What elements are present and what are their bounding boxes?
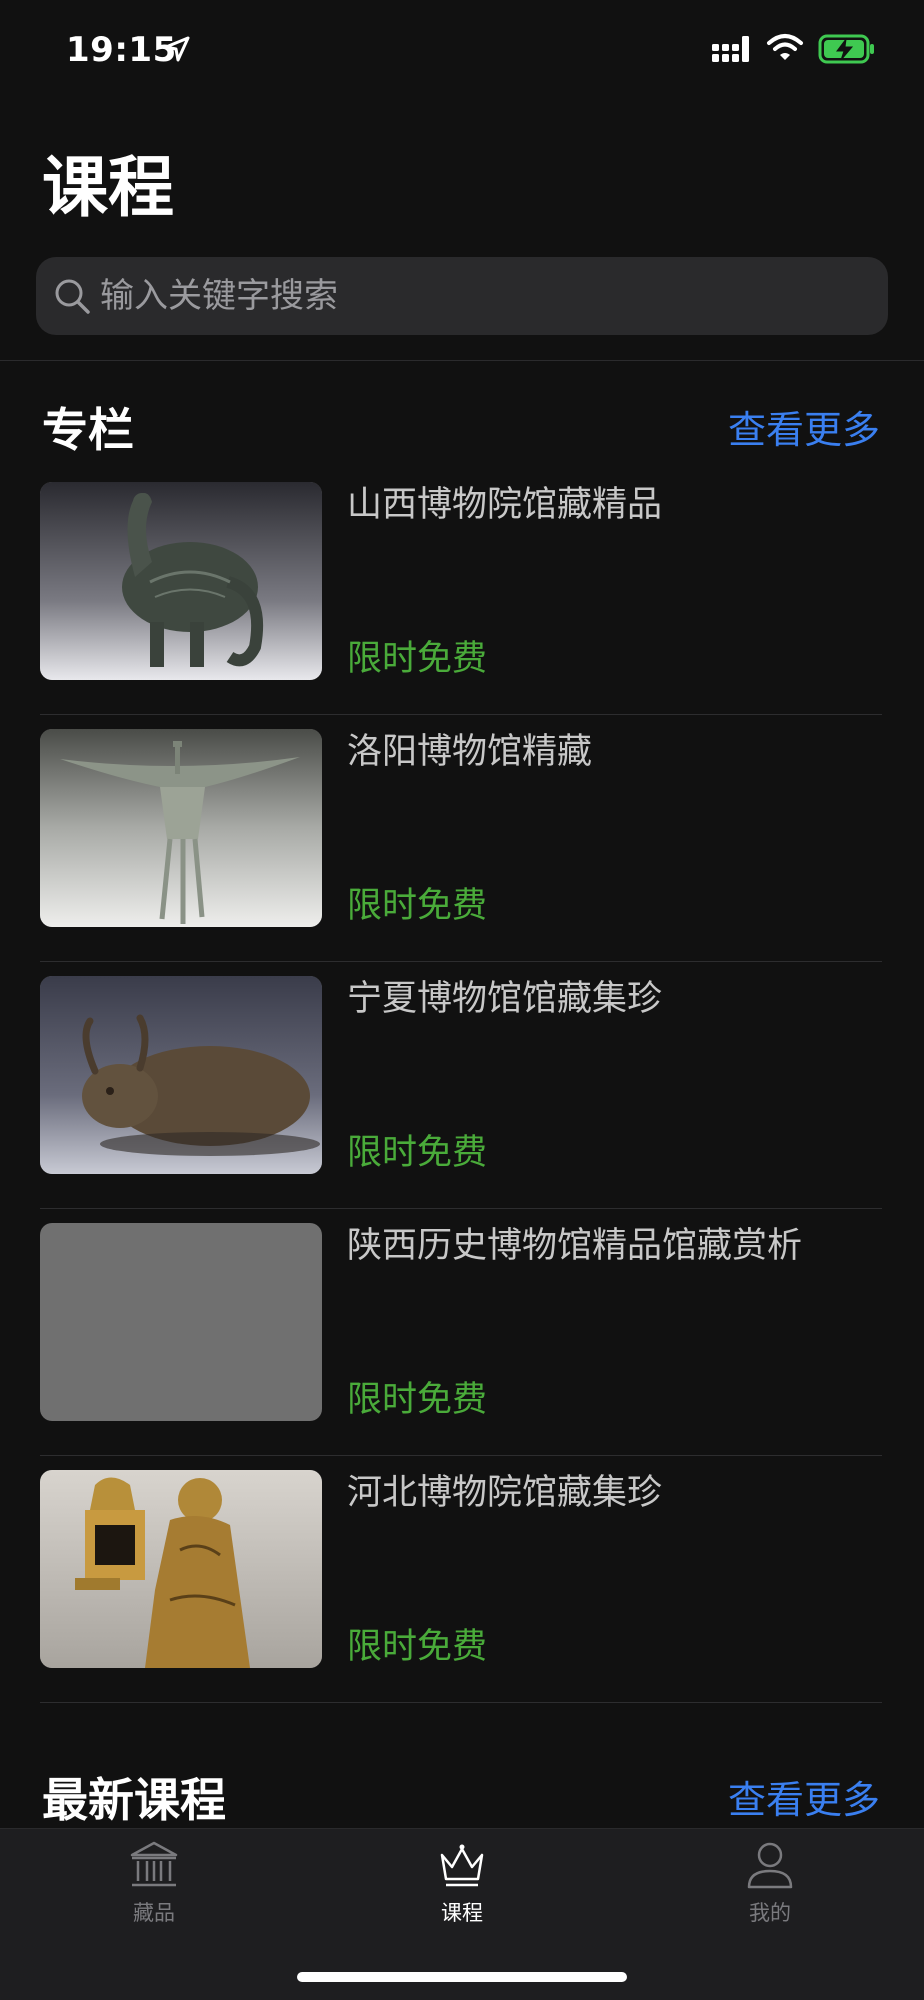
bronze-jue-vessel-image [40,729,322,927]
tab-collections[interactable]: 藏品 [74,1839,234,1939]
crown-icon [440,1844,484,1887]
course-item[interactable]: 洛阳博物馆精藏 限时免费 [0,715,924,962]
see-more-columns-link[interactable]: 查看更多 [728,400,880,460]
course-title: 宁夏博物馆馆藏集珍 [347,979,663,1019]
section-title-columns: 专栏 [42,403,134,457]
course-item[interactable]: 陕西历史博物馆精品馆藏赏析 限时免费 [0,1209,924,1456]
course-item[interactable]: 河北博物院馆藏集珍 限时免费 [0,1456,924,1703]
status-time: 19:15 [66,30,177,70]
course-title: 洛阳博物馆精藏 [347,732,593,772]
course-price: 限时免费 [347,1133,488,1173]
course-title: 河北博物院馆藏集珍 [347,1473,663,1513]
museum-icon [130,1841,178,1887]
image-placeholder [40,1223,322,1421]
header-divider [0,360,924,361]
course-price: 限时免费 [347,639,488,679]
tab-label: 课程 [441,1901,483,1925]
tab-courses[interactable]: 课程 [382,1839,542,1939]
cellular-signal-icon [712,36,749,62]
gilt-lamp-figure-image [40,1470,322,1668]
tab-label: 藏品 [133,1901,175,1925]
status-bar: 19:15 [0,0,924,100]
item-divider [40,1702,882,1703]
battery-charging-icon [818,34,874,64]
person-icon [747,1842,793,1889]
bronze-bird-vessel-image [40,482,322,680]
course-item[interactable]: 山西博物院馆藏精品 限时免费 [0,468,924,715]
wifi-icon [767,34,803,60]
location-arrow-icon [164,36,190,62]
home-indicator[interactable] [297,1972,627,1982]
course-price: 限时免费 [347,1380,488,1420]
tab-profile[interactable]: 我的 [690,1839,850,1939]
course-title: 陕西历史博物馆精品馆藏赏析 [347,1226,803,1266]
course-list: 山西博物院馆藏精品 限时免费 洛阳博物馆精藏 限时免费 宁夏博物馆馆藏集珍 限时… [0,468,924,1703]
search-icon [55,279,90,314]
search-input[interactable] [100,257,870,335]
section-title-latest: 最新课程 [42,1773,226,1827]
course-item[interactable]: 宁夏博物馆馆藏集珍 限时免费 [0,962,924,1209]
page-title: 课程 [42,149,174,226]
course-price: 限时免费 [347,1627,488,1667]
search-bar[interactable] [36,257,888,335]
course-title: 山西博物院馆藏精品 [347,485,663,525]
tab-label: 我的 [749,1901,791,1925]
screen: 19:15 课程 输入关键字搜索 专栏 查看更多 山西博物院馆藏精品 限时免费 … [0,0,924,2000]
bronze-ox-image [40,976,322,1174]
see-more-latest-link[interactable]: 查看更多 [728,1770,880,1830]
course-price: 限时免费 [347,886,488,926]
